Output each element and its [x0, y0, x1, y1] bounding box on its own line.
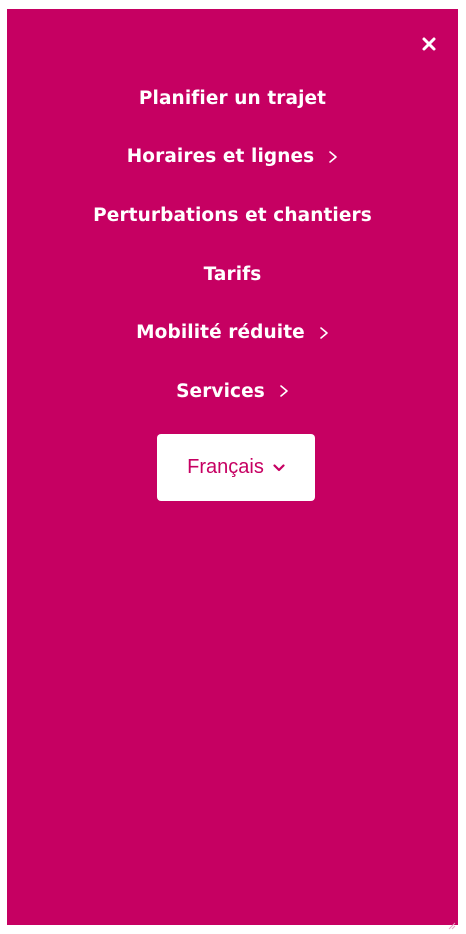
resize-grip-icon[interactable]	[448, 915, 456, 930]
nav-item-label: Services	[176, 380, 265, 402]
chevron-down-icon	[273, 463, 285, 472]
nav-item-label: Planifier un trajet	[138, 87, 327, 109]
close-icon	[420, 35, 438, 53]
nav-item-label: Tarifs	[203, 263, 262, 285]
language-selected-value: Français	[187, 456, 264, 478]
nav-item-mobilite-reduite[interactable]: Mobilité réduite	[7, 303, 458, 362]
nav-list: Planifier un trajet Horaires et lignes P…	[7, 69, 458, 421]
chevron-right-icon	[319, 326, 329, 340]
close-button[interactable]	[420, 35, 438, 53]
navigation-menu: Planifier un trajet Horaires et lignes P…	[7, 9, 458, 930]
nav-item-label: Mobilité réduite	[136, 322, 305, 344]
nav-item-label: Horaires et lignes	[126, 146, 315, 168]
chevron-right-icon	[279, 384, 289, 398]
chevron-right-icon	[328, 150, 338, 164]
nav-item-services[interactable]: Services	[7, 362, 458, 421]
nav-item-horaires-et-lignes[interactable]: Horaires et lignes	[7, 128, 458, 187]
nav-item-perturbations-et-chantiers[interactable]: Perturbations et chantiers	[7, 186, 458, 245]
nav-item-tarifs[interactable]: Tarifs	[7, 245, 458, 304]
language-select[interactable]: Français	[157, 434, 315, 501]
nav-item-label: Perturbations et chantiers	[93, 204, 372, 226]
nav-item-planifier-un-trajet[interactable]: Planifier un trajet	[7, 69, 458, 128]
